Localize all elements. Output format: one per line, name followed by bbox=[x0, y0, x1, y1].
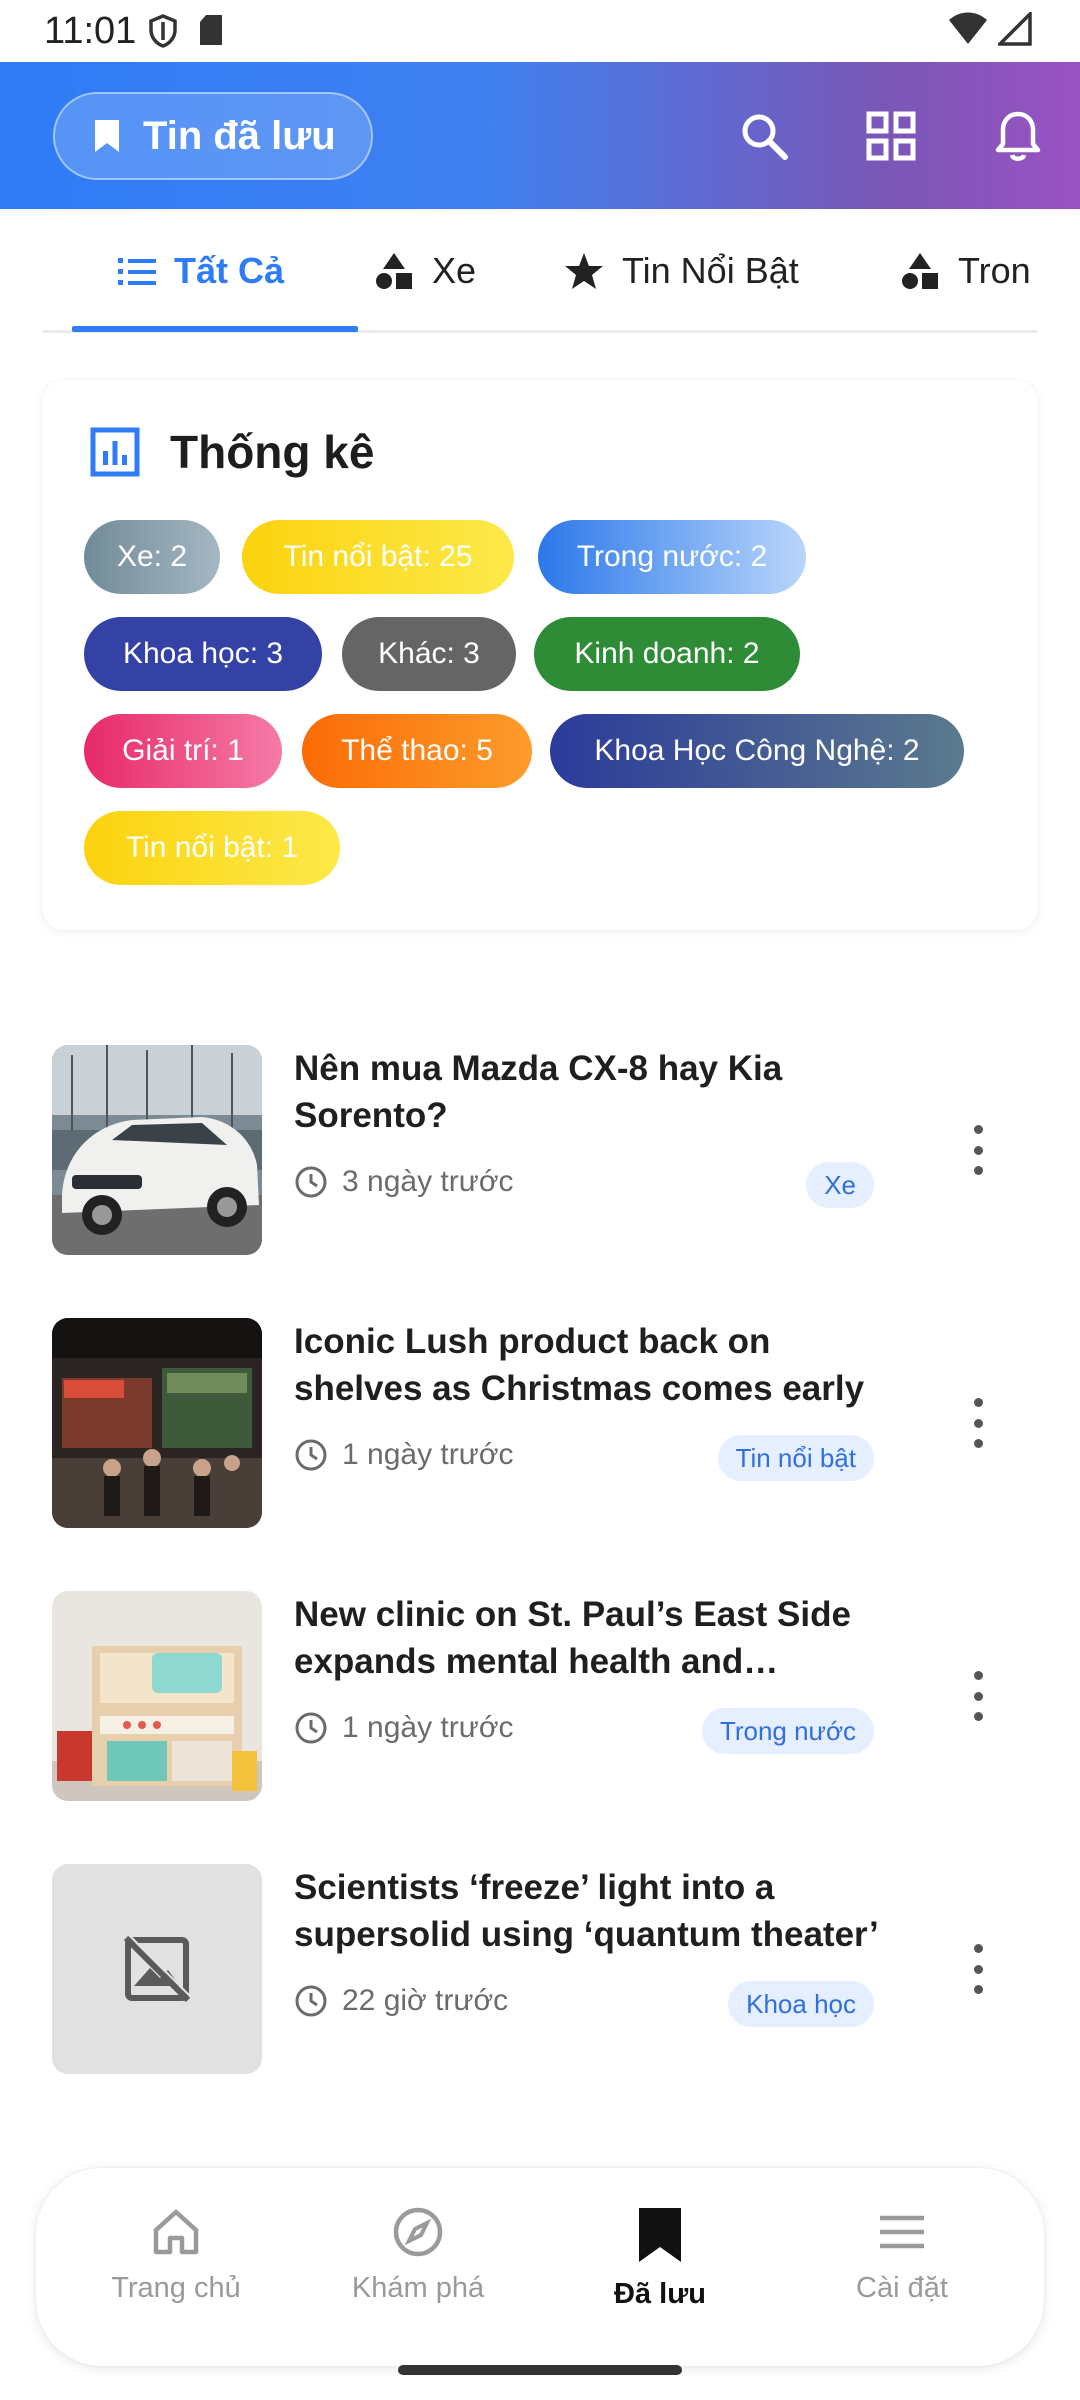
news-item[interactable]: Scientists ‘freeze’ light into a superso… bbox=[52, 1864, 1042, 2076]
chart-icon bbox=[90, 427, 140, 477]
home-icon bbox=[153, 2209, 199, 2255]
compass-icon bbox=[393, 2207, 443, 2257]
nav-label: Cài đặt bbox=[856, 2272, 948, 2304]
stat-chip-kinh-doanh[interactable]: Kinh doanh: 2 bbox=[534, 617, 800, 691]
search-button[interactable] bbox=[728, 100, 800, 172]
more-options-button[interactable] bbox=[958, 1398, 998, 1448]
status-time: 11:01 bbox=[44, 10, 137, 52]
nav-label: Đã lưu bbox=[614, 2278, 706, 2310]
news-title: Scientists ‘freeze’ light into a superso… bbox=[294, 1868, 879, 1954]
search-icon bbox=[742, 114, 788, 160]
sd-card-icon bbox=[200, 15, 222, 45]
category-tabs: Tất Cả Xe Tin Nổi Bật Tron bbox=[42, 209, 1038, 333]
stats-title: Thống kê bbox=[170, 426, 375, 478]
news-time: 3 ngày trước bbox=[342, 1165, 514, 1198]
nav-label: Trang chủ bbox=[111, 2272, 241, 2304]
tab-label: Tin Nổi Bật bbox=[622, 250, 799, 291]
grid-view-button[interactable] bbox=[855, 100, 927, 172]
nav-explore[interactable]: Khám phá bbox=[318, 2206, 518, 2305]
list-icon bbox=[118, 258, 156, 285]
stat-chip-giai-tri[interactable]: Giải trí: 1 bbox=[84, 714, 282, 788]
stat-chip-tin-noi-bat-2[interactable]: Tin nổi bật: 1 bbox=[84, 811, 340, 885]
nav-home[interactable]: Trang chủ bbox=[76, 2206, 276, 2305]
signal-icon bbox=[998, 12, 1032, 46]
news-title: New clinic on St. Paul’s East Side expan… bbox=[294, 1595, 851, 1681]
stat-chip-trong-nuoc[interactable]: Trong nước: 2 bbox=[538, 520, 806, 594]
bookmark-icon bbox=[639, 2208, 681, 2262]
stat-chip-the-thao[interactable]: Thể thao: 5 bbox=[302, 714, 532, 788]
active-tab-indicator bbox=[72, 326, 358, 332]
bookmark-icon bbox=[95, 120, 119, 152]
store-photo bbox=[52, 1318, 262, 1528]
news-category-tag: Trong nước bbox=[701, 1708, 874, 1754]
news-item[interactable]: Iconic Lush product back on shelves as C… bbox=[52, 1318, 1042, 1530]
bottom-navigation: Trang chủ Khám phá Đã lưu Cài đặt bbox=[36, 2168, 1044, 2366]
news-thumbnail bbox=[52, 1591, 262, 1801]
notifications-button[interactable] bbox=[982, 100, 1054, 172]
clock-icon bbox=[295, 1166, 327, 1198]
app-bar: Tin đã lưu bbox=[0, 62, 1080, 209]
tab-label: Tron bbox=[958, 250, 1031, 291]
car-photo bbox=[52, 1045, 262, 1255]
grid-icon bbox=[866, 111, 916, 161]
nav-label: Khám phá bbox=[351, 2272, 485, 2304]
stat-chip-khoa-hoc-cong-nghe[interactable]: Khoa Học Công Nghệ: 2 bbox=[550, 714, 964, 788]
menu-icon bbox=[880, 2215, 924, 2249]
news-time: 1 ngày trước bbox=[342, 1438, 514, 1471]
more-options-button[interactable] bbox=[958, 1125, 998, 1175]
more-options-button[interactable] bbox=[958, 1944, 998, 1994]
saved-news-title-pill[interactable]: Tin đã lưu bbox=[53, 92, 373, 180]
wifi-icon bbox=[949, 12, 987, 44]
tab-label: Xe bbox=[432, 250, 477, 291]
news-category-tag: Xe bbox=[806, 1162, 874, 1208]
news-thumbnail bbox=[52, 1864, 262, 2074]
news-item[interactable]: New clinic on St. Paul’s East Side expan… bbox=[52, 1591, 1042, 1803]
image-placeholder-icon bbox=[123, 1934, 192, 2003]
tab-trong-nuoc[interactable]: Tron bbox=[900, 209, 1031, 333]
stat-chip-khac[interactable]: Khác: 3 bbox=[342, 617, 516, 691]
page-title: Tin đã lưu bbox=[143, 113, 336, 158]
news-item[interactable]: Nên mua Mazda CX-8 hay Kia Sorento? 3 ng… bbox=[52, 1045, 1042, 1257]
shield-icon bbox=[149, 14, 177, 48]
news-time: 22 giờ trước bbox=[342, 1984, 509, 2017]
nav-settings[interactable]: Cài đặt bbox=[802, 2206, 1002, 2305]
tab-tin-noi-bat[interactable]: Tin Nổi Bật bbox=[564, 209, 799, 333]
tab-xe[interactable]: Xe bbox=[374, 209, 476, 333]
category-icon bbox=[376, 253, 412, 289]
toy-kitchen-photo bbox=[52, 1591, 262, 1801]
news-thumbnail bbox=[52, 1318, 262, 1528]
clock-icon bbox=[295, 1712, 327, 1744]
stat-chip-xe[interactable]: Xe: 2 bbox=[84, 520, 220, 594]
stats-card: Thống kê Xe: 2 Tin nổi bật: 25 Trong nướ… bbox=[42, 380, 1038, 930]
news-category-tag: Tin nổi bật bbox=[717, 1435, 874, 1481]
stat-chip-khoa-hoc[interactable]: Khoa học: 3 bbox=[84, 617, 322, 691]
star-icon bbox=[565, 253, 603, 289]
tab-label: Tất Cả bbox=[174, 250, 285, 291]
clock-icon bbox=[295, 1985, 327, 2017]
status-bar: 11:01 bbox=[0, 0, 1080, 62]
news-category-tag: Khoa học bbox=[728, 1981, 874, 2027]
nav-saved[interactable]: Đã lưu bbox=[560, 2206, 760, 2311]
news-time: 1 ngày trước bbox=[342, 1711, 514, 1744]
clock-icon bbox=[295, 1439, 327, 1471]
news-title: Iconic Lush product back on shelves as C… bbox=[294, 1322, 865, 1408]
bell-icon bbox=[995, 111, 1041, 161]
category-icon bbox=[902, 253, 938, 289]
tab-all[interactable]: Tất Cả bbox=[118, 209, 284, 333]
news-thumbnail bbox=[52, 1045, 262, 1255]
news-title: Nên mua Mazda CX-8 hay Kia Sorento? bbox=[294, 1049, 783, 1135]
stat-chip-tin-noi-bat[interactable]: Tin nổi bật: 25 bbox=[242, 520, 514, 594]
more-options-button[interactable] bbox=[958, 1671, 998, 1721]
home-indicator[interactable] bbox=[398, 2365, 682, 2375]
